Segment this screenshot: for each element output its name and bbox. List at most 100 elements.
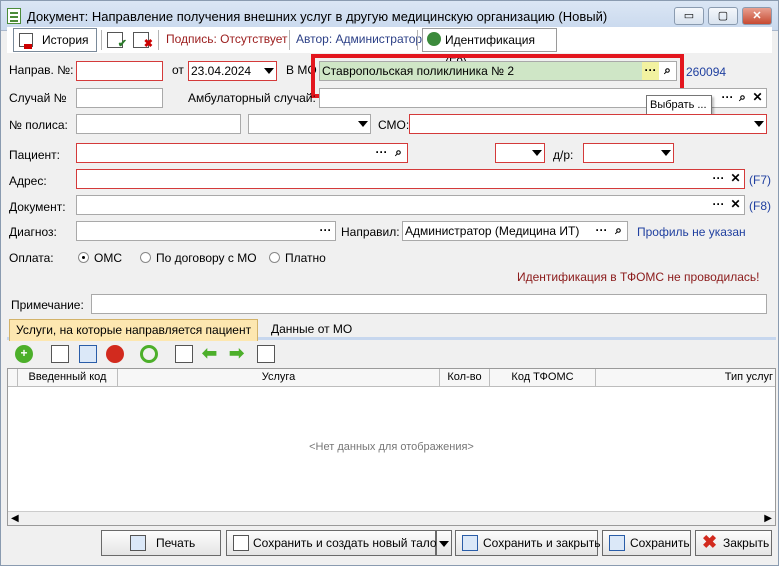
history-icon	[19, 33, 33, 49]
arrow-right-icon[interactable]: ➡	[229, 344, 247, 363]
close-label: Закрыть	[723, 536, 770, 550]
select-tooltip: Выбрать ...	[646, 95, 712, 115]
smo-select[interactable]	[409, 114, 767, 134]
refresh-icon[interactable]	[140, 345, 158, 363]
profile-link[interactable]: Профиль не указан	[637, 225, 746, 239]
printer-icon	[130, 535, 146, 551]
document-input[interactable]: ··· ✕	[76, 195, 745, 215]
scroll-left-icon[interactable]: ◀	[11, 513, 19, 524]
more-options-icon[interactable]: ···	[593, 222, 610, 240]
clear-icon[interactable]: ✕	[727, 196, 744, 214]
patient-input[interactable]: ··· ⌕	[76, 143, 408, 163]
list-icon[interactable]	[257, 345, 275, 363]
add-icon[interactable]: +	[15, 345, 33, 363]
date-input[interactable]: 23.04.2024	[188, 61, 277, 81]
tab-mo-data[interactable]: Данные от МО	[265, 319, 358, 341]
birthdate-input[interactable]	[583, 143, 674, 163]
save-icon	[609, 535, 625, 551]
top-toolbar: История ✔ ✖ Подпись: Отсутствует Автор: …	[7, 27, 772, 69]
polis-input[interactable]	[76, 114, 241, 134]
diagnosis-input[interactable]: ···	[76, 221, 336, 241]
delete-icon[interactable]	[106, 345, 124, 363]
horizontal-scrollbar[interactable]: ◀ ▶	[8, 511, 775, 525]
column-quantity[interactable]: Кол-во	[440, 369, 490, 387]
payment-contract-label: По договору с МО	[156, 251, 257, 265]
column-tfoms-code[interactable]: Код ТФОМС	[490, 369, 596, 387]
row-selector-header	[8, 369, 18, 387]
scroll-right-icon[interactable]: ▶	[764, 513, 772, 524]
search-icon[interactable]: ⌕	[610, 222, 627, 240]
chevron-down-icon[interactable]	[264, 68, 274, 74]
toolbar-divider	[101, 30, 102, 50]
close-button[interactable]: ✖ Закрыть	[695, 530, 772, 556]
save-close-button[interactable]: Сохранить и закрыть	[455, 530, 600, 556]
document-hotkey: (F8)	[749, 199, 771, 213]
note-label: Примечание:	[11, 298, 84, 312]
tab-services[interactable]: Услуги, на которые направляется пациент	[9, 319, 259, 341]
polis-type-select[interactable]	[248, 114, 371, 134]
date-value: 23.04.2024	[191, 64, 252, 78]
payment-oms-radio[interactable]	[78, 252, 89, 263]
close-icon: ✖	[702, 532, 718, 552]
edit-icon[interactable]	[51, 345, 69, 363]
save-new-dropdown[interactable]	[436, 530, 452, 556]
identification-button[interactable]: Идентификация (F9)	[422, 28, 557, 69]
napravil-input[interactable]: Администратор (Медицина ИТ) ··· ⌕	[402, 221, 628, 241]
new-document-icon	[233, 535, 249, 551]
sex-select[interactable]	[495, 143, 545, 163]
sluchay-input[interactable]	[76, 88, 163, 108]
naprav-no-input[interactable]	[76, 61, 163, 81]
save-new-button[interactable]: Сохранить и создать новый талон	[226, 530, 443, 556]
patient-label: Пациент:	[9, 148, 61, 162]
document-app-icon	[7, 8, 21, 24]
view-icon[interactable]	[175, 345, 193, 363]
empty-grid-message: <Нет данных для отображения>	[309, 441, 474, 453]
chevron-down-icon[interactable]	[532, 150, 542, 156]
unsign-document-icon[interactable]: ✖	[133, 32, 153, 50]
address-input[interactable]: ··· ✕	[76, 169, 745, 189]
clear-icon[interactable]: ✕	[727, 170, 744, 188]
clear-icon[interactable]: ✕	[749, 89, 766, 107]
close-window-button[interactable]: ✕	[742, 7, 772, 25]
sign-document-icon[interactable]: ✔	[107, 32, 127, 50]
chevron-down-icon[interactable]	[754, 121, 764, 127]
smo-label: СМО:	[378, 118, 410, 132]
payment-paid-radio[interactable]	[269, 252, 280, 263]
payment-contract-radio[interactable]	[140, 252, 151, 263]
document-label: Документ:	[9, 200, 66, 214]
naprav-no-label: Направ. №:	[9, 63, 74, 77]
more-options-icon[interactable]: ···	[710, 196, 727, 214]
services-grid[interactable]: Введенный код Услуга Кол-во Код ТФОМС Ти…	[7, 368, 776, 526]
sluchay-label: Случай №	[9, 91, 67, 105]
diagnosis-label: Диагноз:	[9, 225, 57, 239]
arrow-left-icon[interactable]: ⬅	[202, 344, 220, 363]
save-icon[interactable]	[79, 345, 97, 363]
note-input[interactable]	[91, 294, 767, 314]
tfoms-warning: Идентификация в ТФОМС не проводилась!	[517, 270, 760, 284]
save-button[interactable]: Сохранить	[602, 530, 691, 556]
document-window: Документ: Направление получения внешних …	[0, 0, 779, 566]
save-new-label: Сохранить и создать новый талон	[253, 536, 444, 550]
minimize-button[interactable]: ▭	[674, 7, 704, 25]
signature-status: Подпись: Отсутствует	[166, 32, 288, 46]
payment-paid-label: Платно	[285, 251, 326, 265]
maximize-button[interactable]: ▢	[708, 7, 738, 25]
chevron-down-icon[interactable]	[661, 150, 671, 156]
column-entered-code[interactable]: Введенный код	[18, 369, 118, 387]
toolbar-divider	[417, 30, 418, 50]
more-options-icon[interactable]: ···	[710, 170, 727, 188]
chevron-down-icon[interactable]	[358, 121, 368, 127]
history-button[interactable]: История	[13, 28, 97, 52]
column-service[interactable]: Услуга	[118, 369, 440, 387]
more-options-icon[interactable]: ···	[317, 222, 334, 240]
column-service-type[interactable]: Тип услуг	[596, 369, 775, 387]
search-icon[interactable]: ⌕	[390, 144, 407, 162]
tab-strip: Услуги, на которые направляется пациент …	[7, 318, 776, 341]
ambul-case-label: Амбулаторный случай:	[188, 91, 316, 105]
more-options-icon[interactable]: ···	[373, 144, 390, 162]
polis-label: № полиса:	[9, 118, 68, 132]
payment-label: Оплата:	[9, 251, 54, 265]
toolbar-divider	[158, 30, 159, 50]
save-label: Сохранить	[630, 536, 690, 550]
print-button[interactable]: Печать	[101, 530, 221, 556]
